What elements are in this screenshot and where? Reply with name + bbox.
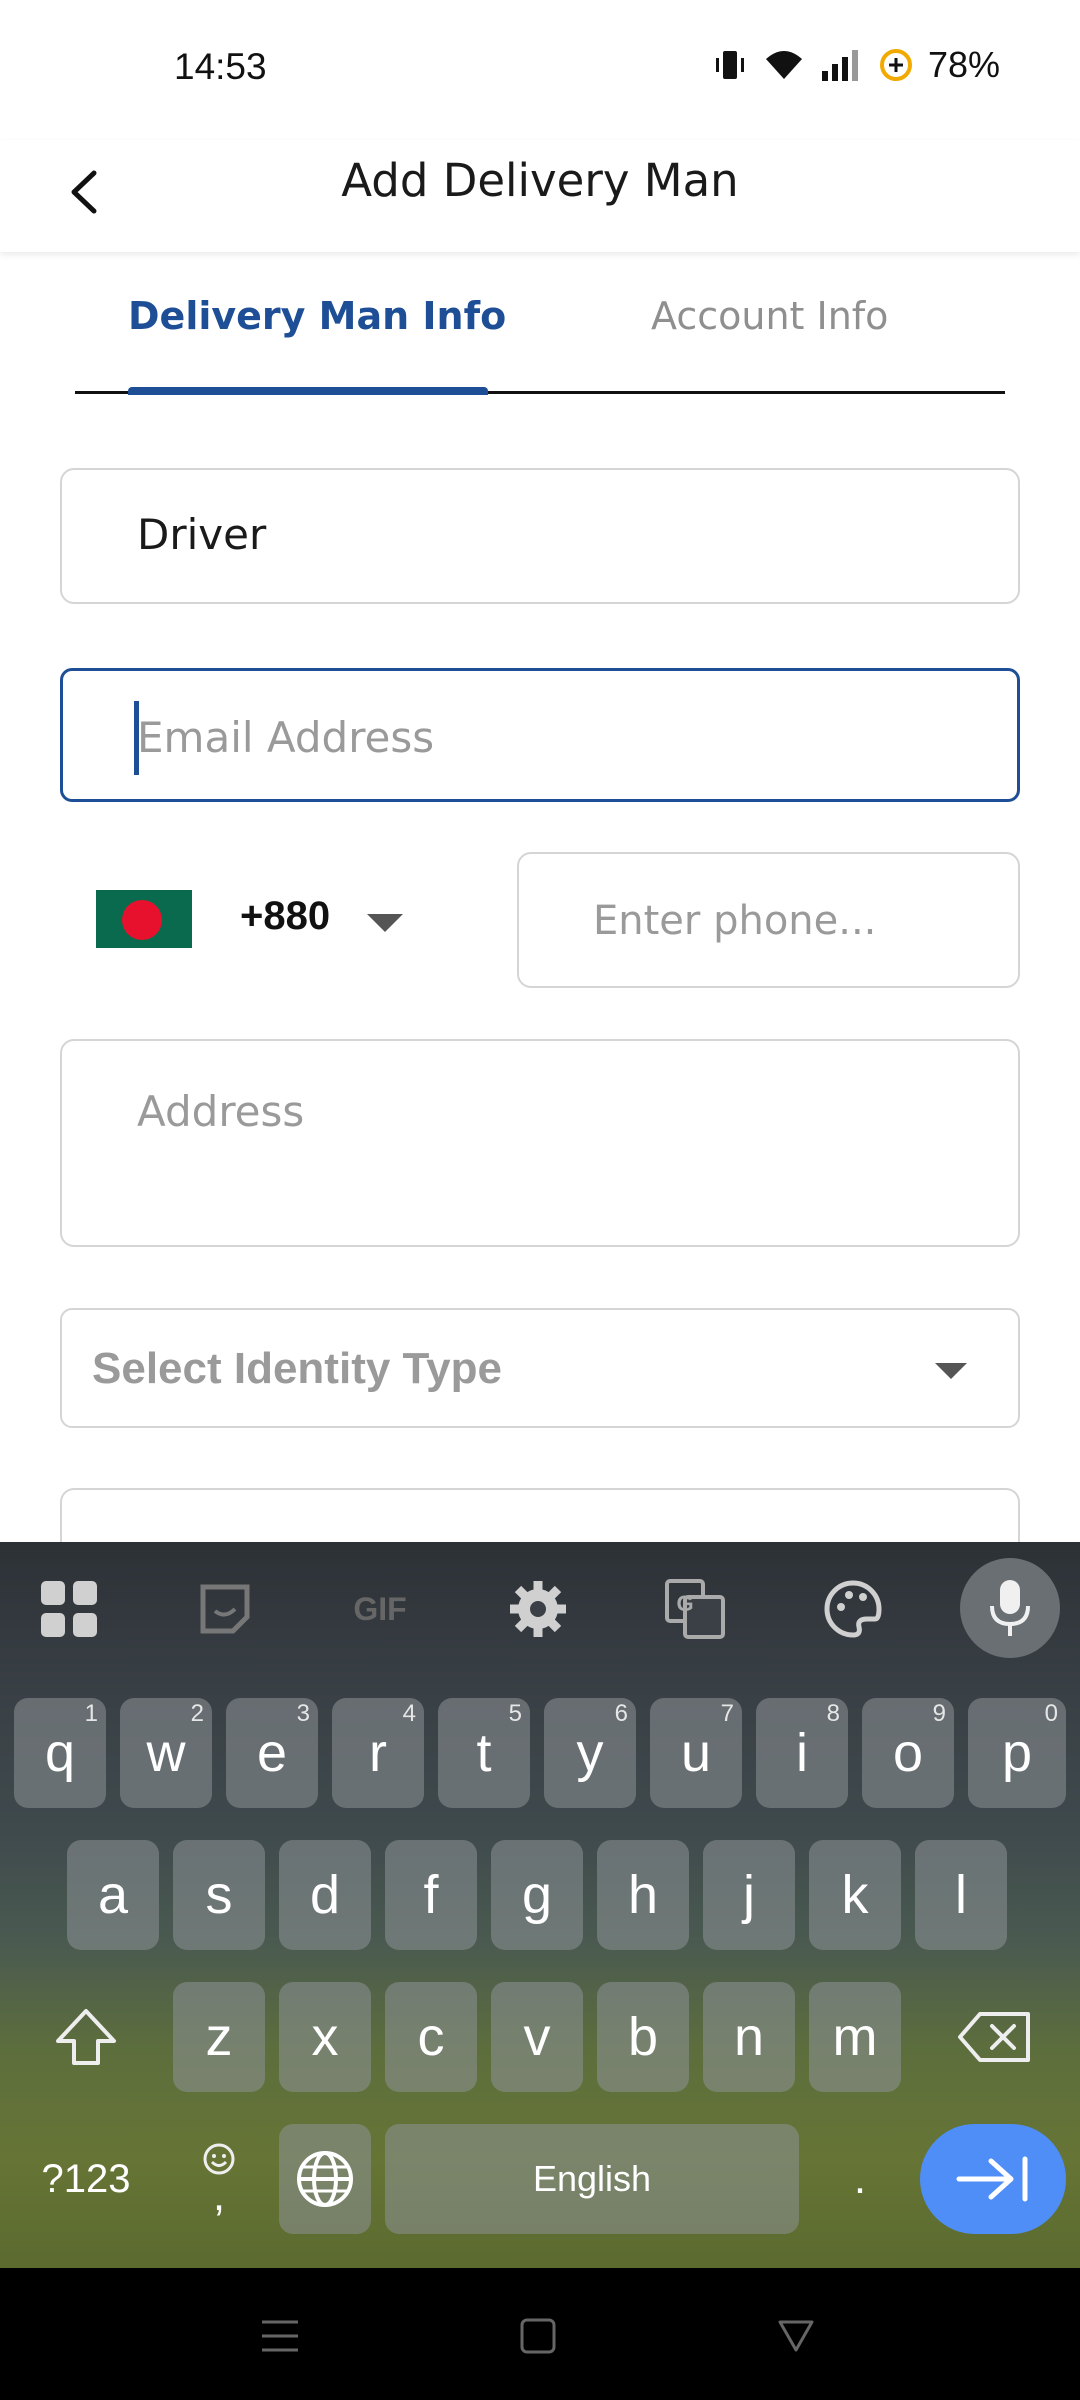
status-time: 14:53 bbox=[174, 46, 267, 87]
name-field[interactable]: Driver bbox=[60, 468, 1020, 604]
dropdown-arrow-icon bbox=[367, 914, 403, 932]
emoji-comma-key[interactable]: , bbox=[173, 2124, 265, 2234]
country-dial-code: +880 bbox=[240, 894, 331, 938]
back-triangle-icon bbox=[778, 2320, 814, 2352]
key-k[interactable]: k bbox=[809, 1840, 901, 1950]
key-a[interactable]: a bbox=[67, 1840, 159, 1950]
microphone-icon bbox=[990, 1580, 1030, 1636]
key-e[interactable]: e3 bbox=[226, 1698, 318, 1808]
phone-placeholder: Enter phone... bbox=[593, 898, 877, 944]
theme-palette-icon[interactable] bbox=[808, 1564, 898, 1654]
key-j[interactable]: j bbox=[703, 1840, 795, 1950]
system-nav-bar bbox=[0, 2268, 1080, 2400]
sticker-icon[interactable] bbox=[180, 1564, 270, 1654]
email-placeholder: Email Address bbox=[137, 713, 435, 762]
key-w[interactable]: w2 bbox=[120, 1698, 212, 1808]
back-nav-button[interactable] bbox=[766, 2306, 826, 2366]
key-x[interactable]: x bbox=[279, 1982, 371, 2092]
key-i[interactable]: i8 bbox=[756, 1698, 848, 1808]
key-h[interactable]: h bbox=[597, 1840, 689, 1950]
phone-input[interactable]: Enter phone... bbox=[517, 852, 1020, 988]
next-arrow-icon bbox=[956, 2156, 1028, 2202]
globe-icon bbox=[297, 2151, 353, 2207]
key-o[interactable]: o9 bbox=[862, 1698, 954, 1808]
key-d[interactable]: d bbox=[279, 1840, 371, 1950]
key-p[interactable]: p0 bbox=[968, 1698, 1066, 1808]
apps-grid-icon[interactable] bbox=[24, 1564, 114, 1654]
key-q[interactable]: q1 bbox=[14, 1698, 106, 1808]
phone-row: +880 Enter phone... bbox=[60, 852, 1020, 988]
backspace-key[interactable] bbox=[922, 1982, 1066, 2092]
battery-saver-icon bbox=[878, 47, 914, 83]
address-placeholder: Address bbox=[137, 1087, 305, 1136]
key-v[interactable]: v bbox=[491, 1982, 583, 2092]
key-n[interactable]: n bbox=[703, 1982, 795, 2092]
gif-icon[interactable]: GIF bbox=[335, 1564, 425, 1654]
settings-gear-icon[interactable] bbox=[493, 1564, 583, 1654]
battery-percent: 78% bbox=[927, 44, 1000, 85]
tab-account-info[interactable]: Account Info bbox=[651, 294, 888, 338]
svg-text:G: G bbox=[676, 1591, 693, 1616]
status-bar: 14:53 78% bbox=[0, 0, 1080, 140]
menu-lines-icon bbox=[262, 2320, 298, 2352]
symbols-key[interactable]: ?123 bbox=[14, 2124, 158, 2234]
vibrate-icon bbox=[712, 47, 748, 83]
address-field[interactable]: Address bbox=[60, 1039, 1020, 1247]
microphone-button[interactable] bbox=[960, 1558, 1060, 1658]
key-t[interactable]: t5 bbox=[438, 1698, 530, 1808]
svg-text:GIF: GIF bbox=[353, 1591, 406, 1627]
key-g[interactable]: g bbox=[491, 1840, 583, 1950]
key-m[interactable]: m bbox=[809, 1982, 901, 2092]
signal-icon bbox=[820, 47, 864, 83]
page-title: Add Delivery Man bbox=[341, 154, 739, 207]
dropdown-arrow-icon bbox=[935, 1363, 967, 1379]
key-y[interactable]: y6 bbox=[544, 1698, 636, 1808]
enter-key[interactable] bbox=[920, 2124, 1066, 2234]
key-l[interactable]: l bbox=[915, 1840, 1007, 1950]
email-field[interactable]: Email Address bbox=[60, 668, 1020, 802]
name-value: Driver bbox=[137, 510, 267, 559]
backspace-icon bbox=[958, 2012, 1030, 2062]
shift-key[interactable] bbox=[14, 1982, 158, 2092]
keyboard-toolbar: GIF G bbox=[0, 1542, 1080, 1672]
key-c[interactable]: c bbox=[385, 1982, 477, 2092]
language-switch-key[interactable] bbox=[279, 2124, 371, 2234]
key-z[interactable]: z bbox=[173, 1982, 265, 2092]
key-b[interactable]: b bbox=[597, 1982, 689, 2092]
country-code-picker[interactable]: +880 bbox=[60, 852, 480, 988]
space-key[interactable]: English bbox=[385, 2124, 799, 2234]
period-key[interactable]: . bbox=[815, 2124, 905, 2234]
key-r[interactable]: r4 bbox=[332, 1698, 424, 1808]
recent-apps-button[interactable] bbox=[250, 2306, 310, 2366]
key-u[interactable]: u7 bbox=[650, 1698, 742, 1808]
soft-keyboard: GIF G q1 w2 e3 r4 t5 y6 u7 i8 o9 p0 a s … bbox=[0, 1542, 1080, 2268]
translate-icon[interactable]: G bbox=[650, 1564, 740, 1654]
shift-icon bbox=[56, 2009, 116, 2065]
wifi-icon bbox=[762, 47, 806, 83]
bangladesh-flag-icon bbox=[96, 890, 192, 948]
identity-type-placeholder: Select Identity Type bbox=[92, 1344, 502, 1393]
tab-bar: Delivery Man Info Account Info bbox=[75, 270, 1005, 395]
tab-active-indicator bbox=[128, 387, 488, 395]
key-f[interactable]: f bbox=[385, 1840, 477, 1950]
tab-delivery-man-info[interactable]: Delivery Man Info bbox=[128, 294, 506, 338]
identity-type-select[interactable]: Select Identity Type bbox=[60, 1308, 1020, 1428]
home-button[interactable] bbox=[508, 2306, 568, 2366]
status-icons: 78% bbox=[712, 44, 1000, 86]
key-s[interactable]: s bbox=[173, 1840, 265, 1950]
home-square-icon bbox=[520, 2318, 556, 2354]
app-bar: Add Delivery Man bbox=[0, 140, 1080, 252]
